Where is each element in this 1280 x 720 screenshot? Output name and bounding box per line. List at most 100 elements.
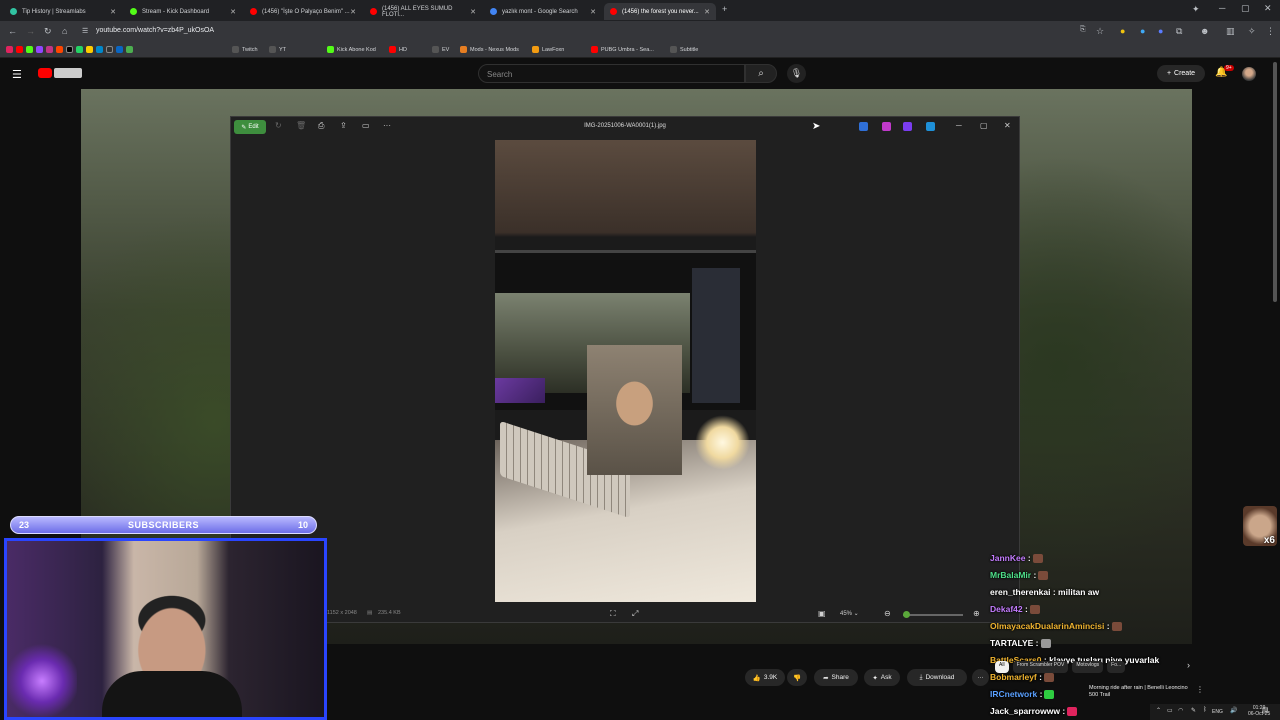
chevron-right-icon[interactable]: › (1187, 660, 1190, 670)
youtube-header: ☰ Search ⌕ 🎙 + Create 🔔 9+ (0, 59, 1280, 89)
maximize-icon[interactable]: ▢ (1241, 3, 1250, 14)
close-icon[interactable]: ✕ (230, 8, 236, 16)
chat-message: IRCnetwork : (990, 689, 1055, 700)
zoom-level[interactable]: 45% ⌄ (840, 610, 859, 617)
download-button[interactable]: ⤓ Download (907, 669, 967, 686)
tab-streamlabs[interactable]: Tip History | Streamlabs ✕ (4, 3, 122, 20)
folder-icon (432, 46, 439, 53)
pen-icon[interactable]: ✎ (1191, 707, 1196, 714)
extensions-puzzle-icon[interactable]: ⧉ (1176, 26, 1182, 37)
bookmark-star-icon[interactable]: ☆ (1096, 26, 1104, 37)
bookmark-hd[interactable]: HD (389, 46, 407, 53)
create-button[interactable]: + Create (1157, 65, 1205, 82)
extension-icon[interactable]: ● (1158, 26, 1163, 36)
network-icon[interactable]: ▭ (1167, 707, 1173, 714)
chevron-up-icon[interactable]: ⌃ (1156, 707, 1161, 714)
folder-icon (670, 46, 677, 53)
ai-icon[interactable]: ✧ (1248, 26, 1256, 37)
menu-icon[interactable]: ⋮ (1266, 26, 1275, 37)
chip-all[interactable]: All (995, 661, 1009, 673)
close-icon[interactable]: ✕ (590, 8, 596, 16)
tab-youtube-2[interactable]: (1456) ALL EYES SUMUD FLOTI... ✕ (364, 3, 482, 20)
more-actions-button[interactable]: ··· (972, 669, 989, 686)
bookmark-icons-row[interactable] (6, 46, 136, 53)
forward-icon[interactable]: → (26, 26, 35, 36)
search-input[interactable]: Search (478, 64, 745, 83)
maximize-icon[interactable]: ▢ (980, 121, 988, 130)
profile-icon[interactable]: ✦ (1192, 4, 1200, 15)
zoom-in-icon[interactable]: ⊕ (973, 609, 980, 618)
tab-youtube-active[interactable]: (1456) the forest you never... ✕ (604, 3, 716, 20)
minimize-icon[interactable]: ─ (1219, 3, 1225, 13)
app-icon[interactable] (926, 122, 935, 131)
zoom-out-icon[interactable]: ⊖ (884, 609, 891, 618)
bluetooth-icon[interactable]: ᛒ (1203, 707, 1207, 713)
minimize-icon[interactable]: ─ (956, 121, 962, 130)
bookmark-ev[interactable]: EV (432, 46, 449, 53)
url-text[interactable]: youtube.com/watch?v=zb4P_ukOsOA (96, 27, 214, 34)
share-button[interactable]: ➦ Share (814, 669, 858, 686)
file-size-icon: ▤ (367, 610, 373, 616)
hamburger-menu-icon[interactable]: ☰ (12, 68, 22, 81)
reload-icon[interactable]: ↻ (44, 26, 52, 37)
youtube-icon (389, 46, 396, 53)
bookmark-lawfoxn[interactable]: LawFoxn (532, 46, 564, 53)
extension-icon[interactable]: ● (1140, 26, 1145, 36)
site-info-icon[interactable]: ☰ (82, 27, 88, 35)
tab-kick[interactable]: Stream - Kick Dashboard ✕ (124, 3, 242, 20)
photo-portrait (587, 345, 682, 475)
recommended-video-title[interactable]: Morning ride after rain | Benelli Leonci… (1089, 685, 1189, 699)
bookmark-twitch[interactable]: Twitch (232, 46, 258, 53)
tab-google[interactable]: yazlık mont - Google Search ✕ (484, 3, 602, 20)
youtube-logo-icon[interactable] (38, 68, 52, 78)
back-icon[interactable]: ← (8, 26, 17, 36)
volume-icon[interactable]: 🔊 (1230, 707, 1237, 714)
sidebar-icon[interactable]: ▥ (1226, 26, 1235, 37)
displayed-photo (495, 140, 756, 602)
chip-more[interactable]: Fo... (1107, 661, 1126, 673)
close-icon[interactable]: ✕ (110, 8, 116, 16)
chip-scrambler[interactable]: From Scrambler POV (1012, 661, 1069, 673)
subscriber-goal: 10 (297, 520, 308, 530)
emote-icon (1032, 554, 1043, 564)
youtube-premium-logo[interactable] (54, 68, 82, 78)
bookmark-nexus[interactable]: Mods - Nexus Mods (460, 46, 519, 53)
page-scrollbar[interactable] (1273, 62, 1277, 302)
close-icon[interactable]: ✕ (350, 8, 356, 16)
zoom-slider[interactable] (903, 614, 963, 616)
close-window-icon[interactable]: ✕ (1264, 3, 1272, 14)
avatar[interactable] (1242, 67, 1256, 81)
microphone-icon[interactable]: 🎙 (787, 64, 806, 83)
new-tab-icon[interactable]: + (722, 4, 727, 14)
more-options-icon: ··· (977, 674, 984, 681)
close-icon[interactable]: ✕ (1004, 121, 1011, 130)
chip-motovlogs[interactable]: Motovlogs (1072, 661, 1104, 673)
app-icon[interactable] (882, 122, 891, 131)
zoom-slider-handle[interactable] (903, 611, 910, 618)
home-icon[interactable]: ⌂ (62, 26, 67, 36)
extension-icon[interactable]: ● (1120, 26, 1125, 36)
language-indicator[interactable]: ENG (1212, 709, 1223, 715)
app-icon[interactable] (859, 122, 868, 131)
ask-button[interactable]: ✦ Ask (864, 669, 900, 686)
dislike-button[interactable]: 👎 (787, 669, 807, 686)
like-button[interactable]: 👍 3.9K (745, 669, 785, 686)
tab-youtube-1[interactable]: (1456) "İşte O Palyaço Benim" ... ✕ (244, 3, 362, 20)
fit-to-window-icon[interactable]: ⛶ (610, 609, 616, 619)
install-icon[interactable]: ⎘ (1080, 26, 1086, 34)
notification-center-icon[interactable]: ▤ (1262, 706, 1269, 714)
profile-icon[interactable]: ☻ (1200, 26, 1209, 36)
actual-size-icon[interactable]: ⤢ (632, 609, 638, 619)
bookmark-kick[interactable]: Kick Abone Kod (327, 46, 376, 53)
search-icon[interactable]: ⌕ (745, 64, 777, 83)
wifi-icon[interactable]: ◠ (1178, 707, 1183, 714)
view-mode-icon[interactable]: ▣ (818, 609, 826, 618)
chat-message: OlmayacakDualarinAmincisi : (990, 621, 1122, 632)
app-icon[interactable] (903, 122, 912, 131)
bookmark-subtitle[interactable]: Subtitle (670, 46, 698, 53)
close-icon[interactable]: ✕ (470, 8, 476, 16)
more-options-icon[interactable]: ⋮ (1196, 685, 1204, 694)
close-icon[interactable]: ✕ (704, 8, 710, 16)
bookmark-pubg[interactable]: PUBG Umbra - Sea... (591, 46, 654, 53)
bookmark-yt[interactable]: YT (269, 46, 286, 53)
